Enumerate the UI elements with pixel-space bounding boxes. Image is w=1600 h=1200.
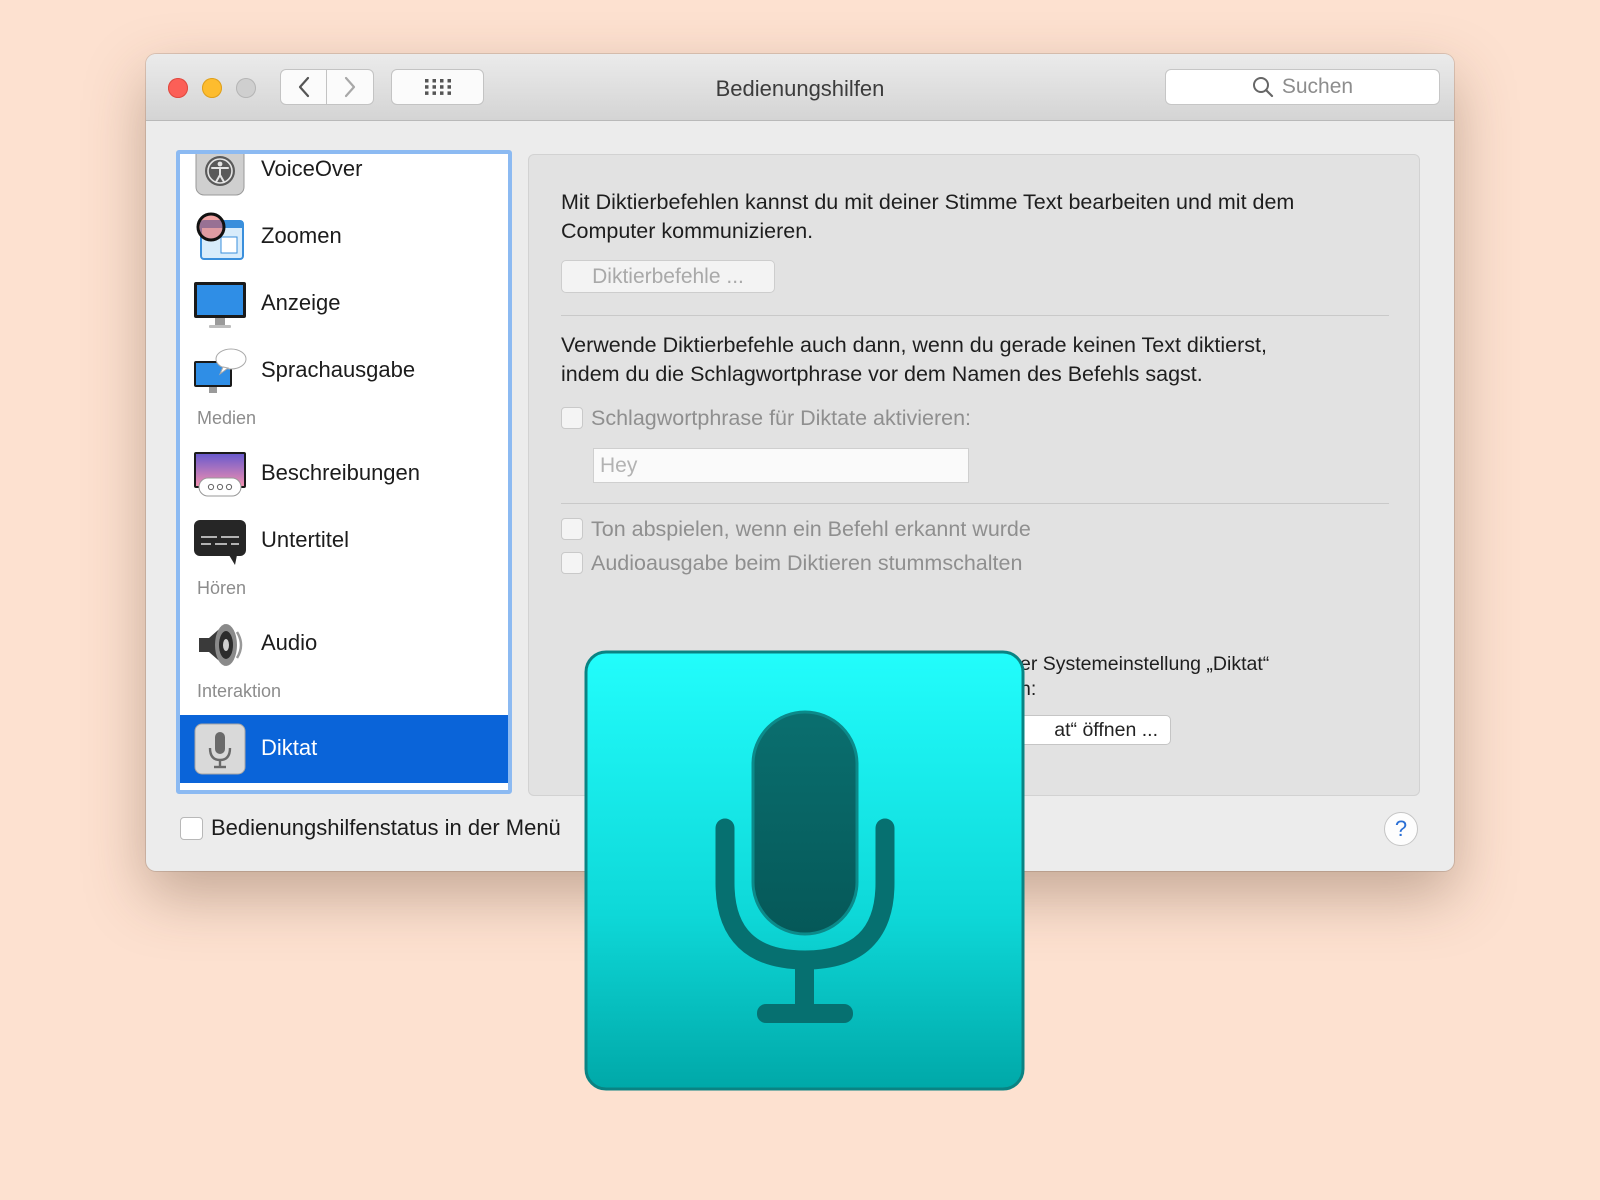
sidebar-item-label: Audio (261, 630, 318, 655)
divider (561, 503, 1389, 504)
magnifier-icon (1252, 77, 1273, 98)
keyword-line-2: indem du die Schlagwortphrase vor dem Na… (561, 362, 1203, 386)
system-pref-text-line-1: er Systemeinstellung „Diktat“ (1020, 653, 1270, 675)
mute-audio-checkbox-label: Audioausgabe beim Diktieren stummschalte… (591, 550, 1023, 575)
title-bar: Bedienungshilfen Suchen (146, 54, 1454, 121)
play-sound-checkbox-row[interactable]: Ton abspielen, wenn ein Befehl erkannt w… (561, 516, 1031, 542)
sidebar-item-label: VoiceOver (261, 156, 363, 181)
sidebar-header-medien: Medien (197, 408, 257, 428)
speech-icon (194, 348, 247, 393)
sidebar-item-label: Untertitel (261, 527, 350, 552)
sidebar-item-beschreibungen[interactable]: Beschreibungen (180, 442, 508, 506)
display-icon (194, 282, 246, 328)
mute-audio-checkbox-row[interactable]: Audioausgabe beim Diktieren stummschalte… (561, 550, 1022, 576)
menu-status-checkbox[interactable] (180, 816, 203, 840)
sidebar-item-label: Sprachausgabe (261, 357, 416, 382)
dictation-commands-button[interactable]: Diktierbefehle ... (561, 260, 775, 293)
speaker-icon (199, 624, 243, 666)
captions-icon (194, 520, 246, 565)
keyword-text: Verwende Diktierbefehle auch dann, wenn … (561, 331, 1391, 389)
play-sound-checkbox-label: Ton abspielen, wenn ein Befehl erkannt w… (591, 516, 1031, 541)
sidebar-item-audio[interactable]: Audio (180, 612, 508, 676)
menu-status-row[interactable]: Bedienungshilfenstatus in der Menü (180, 815, 561, 841)
divider (561, 315, 1389, 316)
keyword-checkbox-row[interactable]: Schlagwortphrase für Diktate aktivieren: (561, 405, 971, 431)
sidebar-header-interaktion: Interaktion (197, 681, 282, 701)
descriptions-icon (194, 452, 246, 497)
intro-line-1: Mit Diktierbefehlen kannst du mit deiner… (561, 190, 1295, 214)
keyword-checkbox[interactable] (561, 407, 583, 429)
mute-audio-checkbox[interactable] (561, 552, 583, 574)
help-button[interactable]: ? (1384, 812, 1418, 846)
sidebar-item-zoomen[interactable]: Zoomen (180, 205, 508, 269)
sidebar-item-sprachausgabe[interactable]: Sprachausgabe (180, 339, 508, 403)
sidebar-item-untertitel[interactable]: Untertitel (180, 509, 508, 573)
sidebar-item-voiceover[interactable]: VoiceOver (180, 154, 508, 202)
menu-status-label: Bedienungshilfenstatus in der Menü (211, 815, 561, 840)
search-input[interactable]: Suchen (1165, 69, 1440, 105)
sidebar-list[interactable]: VoiceOver Zoomen Anzeige Sprachausgabe M… (176, 150, 512, 794)
play-sound-checkbox[interactable] (561, 518, 583, 540)
intro-text: Mit Diktierbefehlen kannst du mit deiner… (561, 188, 1391, 246)
intro-line-2: Computer kommunizieren. (561, 219, 814, 243)
search-placeholder: Suchen (1281, 75, 1354, 98)
sidebar-item-label: Beschreibungen (261, 460, 421, 485)
microphone-app-icon (584, 650, 1025, 1091)
zoom-icon (196, 212, 244, 260)
microphone-icon (194, 723, 246, 775)
sidebar-item-label: Zoomen (261, 223, 342, 248)
keyword-checkbox-label: Schlagwortphrase für Diktate aktivieren: (591, 405, 972, 430)
keyword-line-1: Verwende Diktierbefehle auch dann, wenn … (561, 333, 1267, 357)
keyword-phrase-field[interactable]: Hey (593, 448, 969, 483)
voiceover-icon (195, 154, 245, 196)
sidebar-item-diktat[interactable]: Diktat (180, 715, 508, 783)
sidebar-header-hoeren: Hören (197, 578, 247, 598)
sidebar-item-anzeige[interactable]: Anzeige (180, 272, 508, 336)
sidebar-item-label: Diktat (261, 735, 318, 760)
sidebar-item-label: Anzeige (261, 290, 341, 315)
